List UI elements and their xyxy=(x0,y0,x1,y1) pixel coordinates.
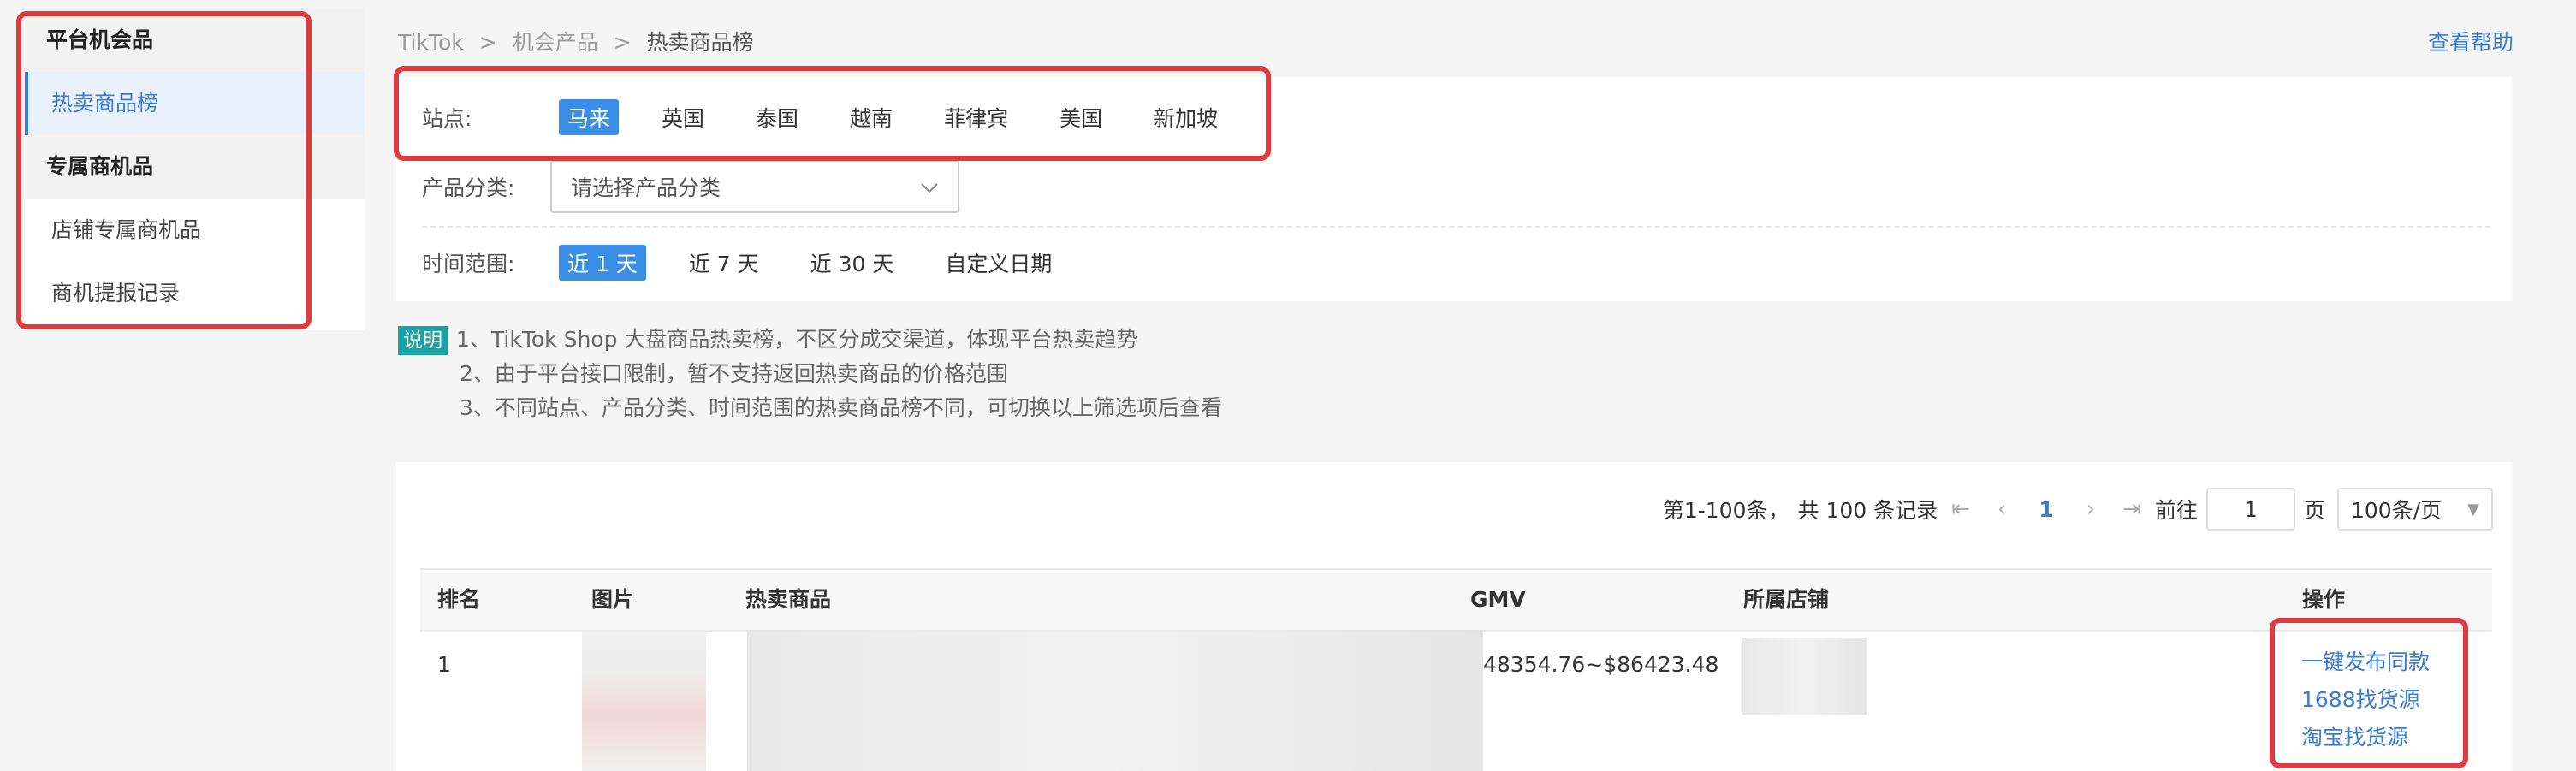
time-option-30-days[interactable]: 近 30 天 xyxy=(802,245,903,281)
store-name-blurred xyxy=(1742,638,1867,715)
note-line-3: 3、不同站点、产品分类、时间范围的热卖商品榜不同，可切换以上筛选项后查看 xyxy=(460,395,1222,420)
chevron-down-icon xyxy=(920,175,939,199)
page-size-select[interactable]: 100条/页 ▼ xyxy=(2337,488,2493,531)
time-filter-row: 时间范围: 近 1 天 近 7 天 近 30 天 自定义日期 xyxy=(422,241,1095,284)
category-filter-row: 产品分类: 请选择产品分类 xyxy=(422,160,959,213)
breadcrumb-opportunity[interactable]: 机会产品 xyxy=(513,30,598,55)
goto-label: 前往 xyxy=(2154,498,2198,523)
pager-total: 共 100 条记录 xyxy=(1797,498,1938,523)
page-number-current[interactable]: 1 xyxy=(2039,497,2053,522)
caret-down-icon: ▼ xyxy=(2467,500,2479,519)
category-select[interactable]: 请选择产品分类 xyxy=(550,160,959,213)
highlight-box-sidebar xyxy=(16,11,312,329)
divider xyxy=(422,226,2490,228)
header-image: 图片 xyxy=(591,587,635,612)
product-title-blurred xyxy=(747,630,1483,771)
row-rank: 1 xyxy=(437,652,451,677)
row-gmv: 48354.76~$86423.48 xyxy=(1483,652,1719,677)
next-page-icon[interactable]: › xyxy=(2086,496,2095,522)
breadcrumb-separator: > xyxy=(613,30,632,55)
time-option-1-day[interactable]: 近 1 天 xyxy=(559,245,646,281)
highlight-box-sites xyxy=(394,66,1271,161)
header-store: 所属店铺 xyxy=(1743,587,1830,612)
page-unit-label: 页 xyxy=(2303,498,2325,523)
help-link[interactable]: 查看帮助 xyxy=(2428,26,2514,56)
category-label: 产品分类: xyxy=(422,175,515,200)
last-page-icon[interactable]: ⇥ xyxy=(2122,496,2141,522)
breadcrumb-current: 热卖商品榜 xyxy=(646,30,754,55)
note-line-1: 1、TikTok Shop 大盘商品热卖榜，不区分成交渠道，体现平台热卖趋势 xyxy=(456,327,1138,352)
ranking-table-panel: 第1-100条， 共 100 条记录 ⇤ ‹ 1 › ⇥ 前往 1 页 100条… xyxy=(396,462,2512,771)
pager-range: 第1-100条， xyxy=(1662,498,1790,523)
header-product: 热卖商品 xyxy=(745,587,832,612)
time-label: 时间范围: xyxy=(422,252,515,276)
product-image xyxy=(582,630,706,771)
header-gmv: GMV xyxy=(1470,587,1526,612)
prev-page-icon[interactable]: ‹ xyxy=(1997,496,2006,522)
note-line-2: 2、由于平台接口限制，暂不支持返回热卖商品的价格范围 xyxy=(460,361,1008,386)
header-rank: 排名 xyxy=(437,587,481,612)
breadcrumb-tiktok[interactable]: TikTok xyxy=(398,30,464,55)
breadcrumb-separator: > xyxy=(478,30,497,55)
highlight-box-actions xyxy=(2270,618,2468,768)
table-header: 排名 图片 热卖商品 GMV 所属店铺 操作 xyxy=(420,568,2492,632)
goto-page-input[interactable]: 1 xyxy=(2205,488,2295,531)
notes-badge: 说明 xyxy=(398,326,448,355)
notes: 说明 1、TikTok Shop 大盘商品热卖榜，不区分成交渠道，体现平台热卖趋势… xyxy=(398,323,1222,425)
time-option-7-days[interactable]: 近 7 天 xyxy=(680,245,768,281)
breadcrumb: TikTok > 机会产品 > 热卖商品榜 xyxy=(398,26,769,56)
category-placeholder: 请选择产品分类 xyxy=(571,175,721,200)
first-page-icon[interactable]: ⇤ xyxy=(1951,496,1970,522)
time-option-custom[interactable]: 自定义日期 xyxy=(936,245,1060,281)
pagination: 第1-100条， 共 100 条记录 ⇤ ‹ 1 › ⇥ 前往 1 页 100条… xyxy=(1663,488,2493,531)
